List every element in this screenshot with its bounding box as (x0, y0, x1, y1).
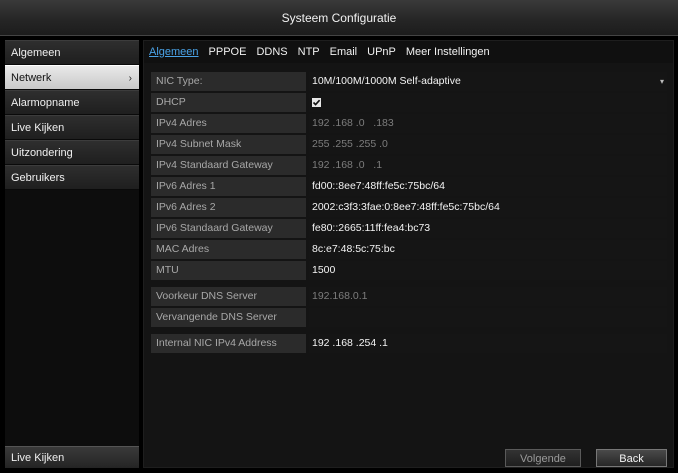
settings-panel: Algemeen PPPOE DDNS NTP Email UPnP Meer … (143, 40, 674, 468)
window-title: Systeem Configuratie (0, 0, 678, 36)
ipv4-subnet-label: IPv4 Subnet Mask (151, 135, 306, 154)
tab-ddns[interactable]: DDNS (256, 41, 287, 63)
tab-email[interactable]: Email (330, 41, 358, 63)
ipv6-address2-field[interactable]: 2002:c3f3:3fae:0:8ee7:48ff:fe5c:75bc/64 (309, 198, 667, 217)
ipv4-address-label: IPv4 Adres (151, 114, 306, 133)
tab-upnp[interactable]: UPnP (367, 41, 396, 63)
mac-address-row: MAC Adres 8c:e7:48:5c:75:bc (151, 240, 667, 259)
sidebar-item-algemeen[interactable]: Algemeen (5, 40, 139, 65)
preferred-dns-label: Voorkeur DNS Server (151, 287, 306, 306)
chevron-right-icon: › (128, 73, 132, 84)
ipv6-gateway-row: IPv6 Standaard Gateway fe80::2665:11ff:f… (151, 219, 667, 238)
alternate-dns-field[interactable] (309, 308, 667, 327)
nic-type-select[interactable]: 10M/100M/1000M Self-adaptive ▾ (309, 72, 667, 91)
mtu-label: MTU (151, 261, 306, 280)
tab-algemeen[interactable]: Algemeen (149, 41, 199, 63)
ipv4-address-row: IPv4 Adres 192 .168 .0 .183 (151, 114, 667, 133)
preferred-dns-row: Voorkeur DNS Server 192.168.0.1 (151, 287, 667, 306)
ipv4-gateway-label: IPv4 Standaard Gateway (151, 156, 306, 175)
ipv6-address2-row: IPv6 Adres 2 2002:c3f3:3fae:0:8ee7:48ff:… (151, 198, 667, 217)
tab-pppoe[interactable]: PPPOE (209, 41, 247, 63)
ipv4-gateway-row: IPv4 Standaard Gateway 192 .168 .0 .1 (151, 156, 667, 175)
internal-nic-label: Internal NIC IPv4 Address (151, 334, 306, 353)
mac-address-label: MAC Adres (151, 240, 306, 259)
ipv6-address2-label: IPv6 Adres 2 (151, 198, 306, 217)
sidebar-item-uitzondering[interactable]: Uitzondering (5, 140, 139, 165)
ipv4-address-field[interactable]: 192 .168 .0 .183 (309, 114, 667, 133)
ipv4-subnet-row: IPv4 Subnet Mask 255 .255 .255 .0 (151, 135, 667, 154)
dropdown-arrow-icon: ▾ (659, 77, 664, 86)
nic-type-row: NIC Type: 10M/100M/1000M Self-adaptive ▾ (151, 72, 667, 91)
internal-nic-row: Internal NIC IPv4 Address 192 .168 .254 … (151, 334, 667, 353)
alternate-dns-label: Vervangende DNS Server (151, 308, 306, 327)
checkmark-icon (312, 99, 321, 106)
dhcp-checkbox[interactable] (312, 98, 321, 107)
nic-type-label: NIC Type: (151, 72, 306, 91)
tab-bar: Algemeen PPPOE DDNS NTP Email UPnP Meer … (144, 41, 673, 63)
ipv6-gateway-field[interactable]: fe80::2665:11ff:fea4:bc73 (309, 219, 667, 238)
sidebar-menu: Algemeen Netwerk › Alarmopname Live Kijk… (5, 40, 139, 468)
tab-ntp[interactable]: NTP (298, 41, 320, 63)
internal-nic-field[interactable]: 192 .168 .254 .1 (309, 334, 667, 353)
ipv6-gateway-label: IPv6 Standaard Gateway (151, 219, 306, 238)
nic-type-value: 10M/100M/1000M Self-adaptive (312, 75, 461, 87)
ipv6-address1-label: IPv6 Adres 1 (151, 177, 306, 196)
dhcp-row: DHCP (151, 93, 667, 112)
ipv4-gateway-field[interactable]: 192 .168 .0 .1 (309, 156, 667, 175)
sidebar-item-alarmopname[interactable]: Alarmopname (5, 90, 139, 115)
ipv4-subnet-field[interactable]: 255 .255 .255 .0 (309, 135, 667, 154)
ipv6-address1-row: IPv6 Adres 1 fd00::8ee7:48ff:fe5c:75bc/6… (151, 177, 667, 196)
dhcp-label: DHCP (151, 93, 306, 112)
sidebar-item-netwerk[interactable]: Netwerk › (5, 65, 139, 90)
mac-address-field: 8c:e7:48:5c:75:bc (309, 240, 667, 259)
alternate-dns-row: Vervangende DNS Server (151, 308, 667, 327)
sidebar-item-live-kijken[interactable]: Live Kijken (5, 115, 139, 140)
sidebar-item-gebruikers[interactable]: Gebruikers (5, 165, 139, 190)
mtu-field[interactable]: 1500 (309, 261, 667, 280)
mtu-row: MTU 1500 (151, 261, 667, 280)
ipv6-address1-field[interactable]: fd00::8ee7:48ff:fe5c:75bc/64 (309, 177, 667, 196)
tab-meer-instellingen[interactable]: Meer Instellingen (406, 41, 490, 63)
live-view-button[interactable]: Live Kijken (5, 446, 139, 468)
network-form: NIC Type: 10M/100M/1000M Self-adaptive ▾… (151, 72, 667, 355)
next-button[interactable]: Volgende (505, 449, 581, 467)
sidebar-item-label: Netwerk (11, 72, 52, 84)
back-button[interactable]: Back (596, 449, 667, 467)
preferred-dns-field[interactable]: 192.168.0.1 (309, 287, 667, 306)
